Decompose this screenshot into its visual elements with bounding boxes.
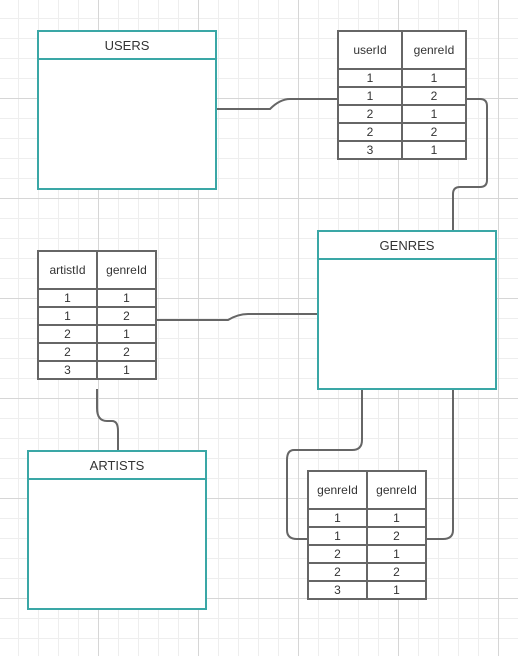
table-header-row: genreId genreId xyxy=(307,470,427,510)
table-row: 21 xyxy=(307,544,427,564)
table-row: 12 xyxy=(337,86,467,106)
table-cell: 3 xyxy=(337,140,403,160)
table-cell: 1 xyxy=(307,508,368,528)
table-row: 12 xyxy=(307,526,427,546)
users-to-user-genres-line xyxy=(217,98,338,110)
table-cell: 1 xyxy=(37,288,98,308)
table-row: 22 xyxy=(307,562,427,582)
table-cell: 1 xyxy=(401,68,467,88)
artist-genres-to-genres-line xyxy=(157,313,317,321)
table-cell: 2 xyxy=(37,324,98,344)
users-entity-title: USERS xyxy=(39,32,215,60)
table-cell: 1 xyxy=(401,104,467,124)
table-row: 11 xyxy=(307,508,427,528)
artists-entity-title: ARTISTS xyxy=(29,452,205,480)
column-header: genreId xyxy=(401,30,467,70)
genres-entity-title: GENRES xyxy=(319,232,495,260)
artists-entity[interactable]: ARTISTS xyxy=(27,450,207,610)
table-row: 22 xyxy=(337,122,467,142)
table-cell: 1 xyxy=(37,306,98,326)
table-cell: 2 xyxy=(337,122,403,142)
table-cell: 1 xyxy=(366,508,427,528)
table-cell: 1 xyxy=(366,580,427,600)
table-cell: 2 xyxy=(96,342,157,362)
table-cell: 1 xyxy=(96,360,157,380)
table-row: 21 xyxy=(337,104,467,124)
table-row: 31 xyxy=(337,140,467,160)
column-header: genreId xyxy=(307,470,368,510)
table-cell: 2 xyxy=(366,562,427,582)
table-row: 11 xyxy=(37,288,157,308)
table-cell: 2 xyxy=(96,306,157,326)
table-row: 31 xyxy=(37,360,157,380)
table-cell: 2 xyxy=(307,544,368,564)
column-header: artistId xyxy=(37,250,98,290)
table-row: 11 xyxy=(337,68,467,88)
table-cell: 2 xyxy=(366,526,427,546)
user-genres-table[interactable]: userId genreId 11 12 21 22 31 xyxy=(337,30,467,160)
table-row: 21 xyxy=(37,324,157,344)
table-cell: 1 xyxy=(96,324,157,344)
table-cell: 2 xyxy=(337,104,403,124)
table-cell: 1 xyxy=(337,68,403,88)
column-header: userId xyxy=(337,30,403,70)
artist-genres-to-artists-line xyxy=(96,389,119,450)
table-row: 12 xyxy=(37,306,157,326)
table-row: 31 xyxy=(307,580,427,600)
table-cell: 2 xyxy=(401,86,467,106)
table-cell: 1 xyxy=(307,526,368,546)
table-cell: 1 xyxy=(366,544,427,564)
artist-genres-table[interactable]: artistId genreId 11 12 21 22 31 xyxy=(37,250,157,380)
table-cell: 1 xyxy=(337,86,403,106)
column-header: genreId xyxy=(96,250,157,290)
table-cell: 2 xyxy=(307,562,368,582)
table-header-row: artistId genreId xyxy=(37,250,157,290)
table-cell: 3 xyxy=(37,360,98,380)
table-row: 22 xyxy=(37,342,157,362)
table-cell: 1 xyxy=(96,288,157,308)
column-header: genreId xyxy=(366,470,427,510)
table-cell: 3 xyxy=(307,580,368,600)
users-entity[interactable]: USERS xyxy=(37,30,217,190)
table-header-row: userId genreId xyxy=(337,30,467,70)
genres-to-genre-genres-right-line xyxy=(427,389,454,540)
table-cell: 2 xyxy=(401,122,467,142)
table-cell: 1 xyxy=(401,140,467,160)
genre-genres-table[interactable]: genreId genreId 11 12 21 22 31 xyxy=(307,470,427,600)
table-cell: 2 xyxy=(37,342,98,362)
genres-entity[interactable]: GENRES xyxy=(317,230,497,390)
